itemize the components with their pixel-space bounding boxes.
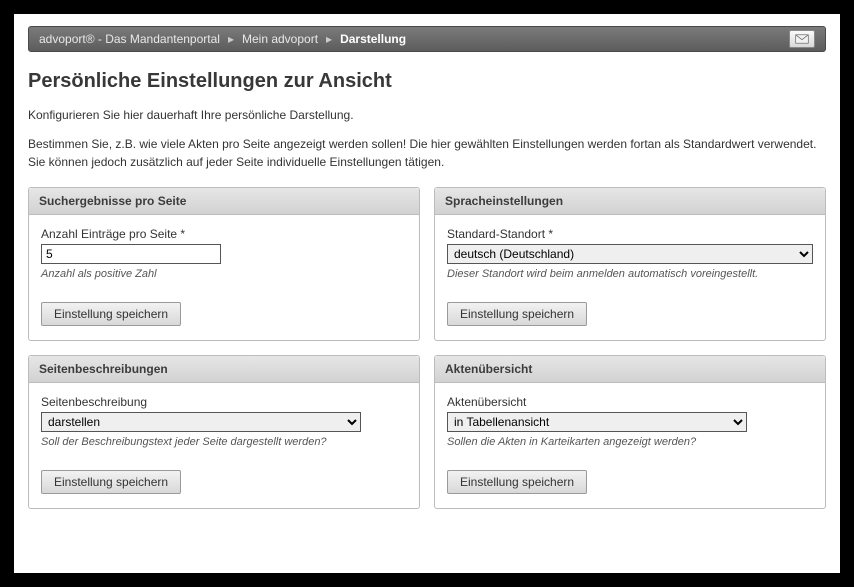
- panel-page-descriptions: Seitenbeschreibungen Seitenbeschreibung …: [28, 355, 420, 509]
- field-hint: Dieser Standort wird beim anmelden autom…: [447, 268, 813, 280]
- intro-text-2: Bestimmen Sie, z.B. wie viele Akten pro …: [28, 136, 826, 171]
- entries-per-page-input[interactable]: [41, 244, 221, 264]
- default-locale-select[interactable]: deutsch (Deutschland): [447, 244, 813, 264]
- field-label: Anzahl Einträge pro Seite *: [41, 227, 407, 241]
- breadcrumb-sep: ▸: [224, 32, 238, 46]
- page-description-select[interactable]: darstellen: [41, 412, 361, 432]
- panel-header: Suchergebnisse pro Seite: [29, 188, 419, 215]
- panel-header: Spracheinstellungen: [435, 188, 825, 215]
- file-overview-select[interactable]: in Tabellenansicht: [447, 412, 747, 432]
- panel-results-per-page: Suchergebnisse pro Seite Anzahl Einträge…: [28, 187, 420, 341]
- field-label: Standard-Standort *: [447, 227, 813, 241]
- panel-language: Spracheinstellungen Standard-Standort * …: [434, 187, 826, 341]
- breadcrumb-sep: ▸: [322, 32, 336, 46]
- breadcrumb-link-root[interactable]: advoport® - Das Mandantenportal: [39, 32, 220, 46]
- save-button[interactable]: Einstellung speichern: [41, 470, 181, 494]
- save-button[interactable]: Einstellung speichern: [447, 470, 587, 494]
- field-hint: Sollen die Akten in Karteikarten angezei…: [447, 436, 813, 448]
- breadcrumb-current: Darstellung: [340, 32, 406, 46]
- field-label: Aktenübersicht: [447, 395, 813, 409]
- panel-file-overview: Aktenübersicht Aktenübersicht in Tabelle…: [434, 355, 826, 509]
- field-hint: Anzahl als positive Zahl: [41, 268, 407, 280]
- save-button[interactable]: Einstellung speichern: [41, 302, 181, 326]
- panel-header: Aktenübersicht: [435, 356, 825, 383]
- breadcrumb: advoport® - Das Mandantenportal ▸ Mein a…: [28, 26, 826, 52]
- mail-icon[interactable]: [789, 30, 815, 48]
- intro-text-1: Konfigurieren Sie hier dauerhaft Ihre pe…: [28, 107, 826, 124]
- save-button[interactable]: Einstellung speichern: [447, 302, 587, 326]
- breadcrumb-link-section[interactable]: Mein advoport: [242, 32, 318, 46]
- field-label: Seitenbeschreibung: [41, 395, 407, 409]
- panel-header: Seitenbeschreibungen: [29, 356, 419, 383]
- field-hint: Soll der Beschreibungstext jeder Seite d…: [41, 436, 407, 448]
- page-title: Persönliche Einstellungen zur Ansicht: [28, 70, 826, 93]
